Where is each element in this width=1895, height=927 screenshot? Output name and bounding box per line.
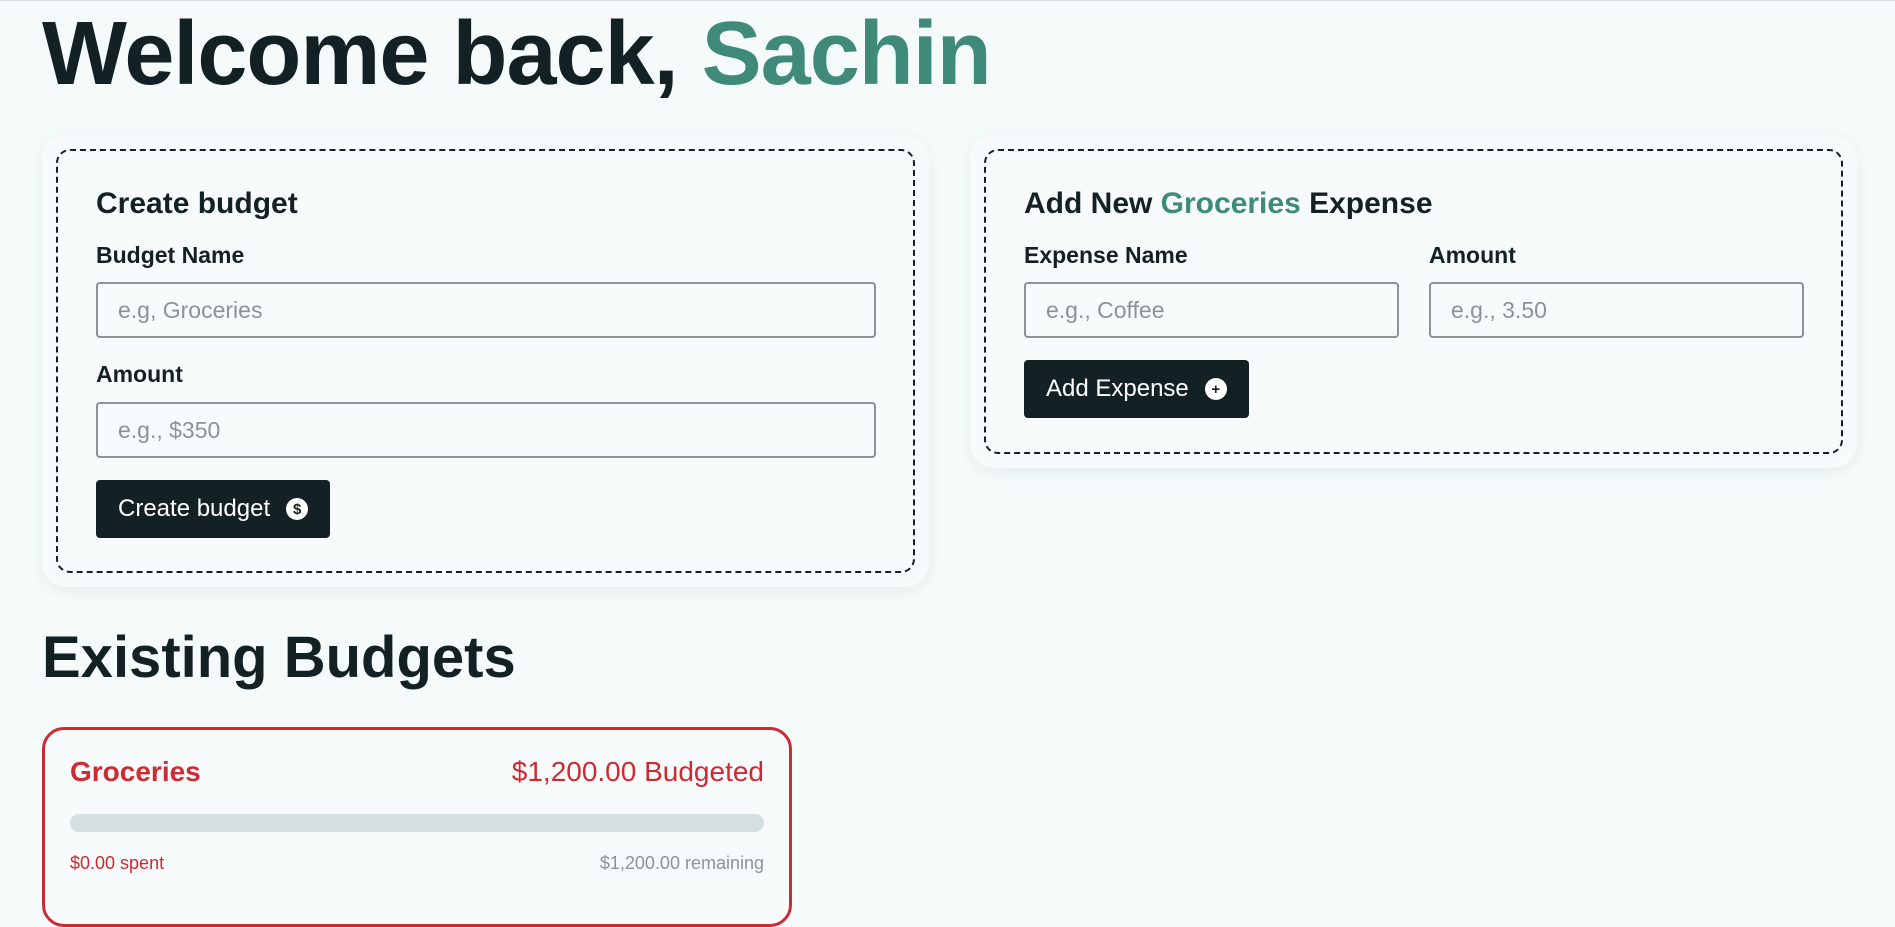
add-expense-title-prefix: Add New xyxy=(1024,187,1161,220)
add-expense-form: Add New Groceries Expense Expense Name A… xyxy=(984,149,1843,454)
top-divider xyxy=(0,0,1895,1)
dollar-circle-icon: $ xyxy=(286,498,309,520)
plus-circle-icon: + xyxy=(1204,378,1227,400)
budget-progress-bar xyxy=(70,814,764,832)
user-name: Sachin xyxy=(701,4,992,104)
expense-name-input[interactable] xyxy=(1024,282,1399,338)
budget-card: Groceries $1,200.00 Budgeted $0.00 spent… xyxy=(42,727,792,927)
budget-amount-label: Amount xyxy=(96,361,183,387)
budget-name-label: Budget Name xyxy=(96,242,245,268)
budget-name-input[interactable] xyxy=(96,282,876,338)
greeting-prefix: Welcome back, xyxy=(42,4,702,104)
expense-amount-input[interactable] xyxy=(1429,282,1804,338)
page-title: Welcome back, Sachin xyxy=(42,4,992,104)
expense-budget-name: Groceries xyxy=(1160,187,1301,220)
budget-card-spent: $0.00 spent xyxy=(70,853,165,873)
create-budget-title: Create budget xyxy=(96,187,298,220)
budget-amount-input[interactable] xyxy=(96,402,876,458)
add-expense-title: Add New Groceries Expense xyxy=(1024,187,1433,221)
add-expense-button[interactable]: Add Expense + xyxy=(1024,360,1249,418)
budget-card-remaining: $1,200.00 remaining xyxy=(599,853,764,873)
budget-card-budgeted: $1,200.00 Budgeted xyxy=(511,756,764,787)
add-expense-panel: Add New Groceries Expense Expense Name A… xyxy=(970,135,1857,468)
create-budget-form: Create budget Budget Name Amount Create … xyxy=(56,149,915,573)
create-budget-button[interactable]: Create budget $ xyxy=(96,480,331,538)
existing-budgets-title: Existing Budgets xyxy=(42,625,516,690)
expense-name-label: Expense Name xyxy=(1024,242,1188,268)
expense-amount-label: Amount xyxy=(1429,242,1516,268)
create-budget-button-label: Create budget xyxy=(118,495,271,522)
add-expense-title-suffix: Expense xyxy=(1300,187,1433,220)
add-expense-button-label: Add Expense xyxy=(1046,375,1189,402)
budget-card-name: Groceries xyxy=(70,756,201,787)
create-budget-panel: Create budget Budget Name Amount Create … xyxy=(42,135,929,587)
